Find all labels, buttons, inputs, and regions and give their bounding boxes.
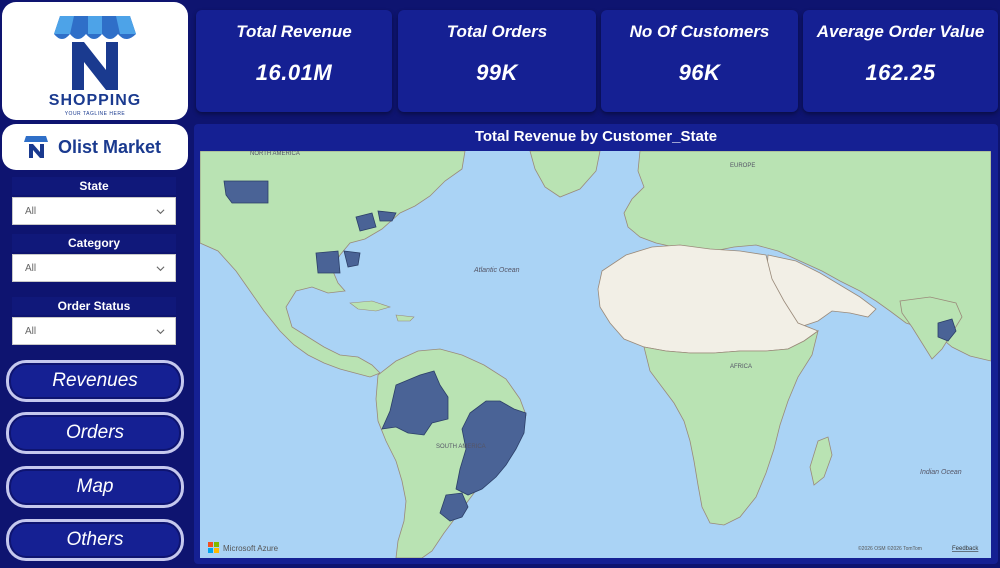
revenue-map[interactable]: NORTH AMERICA EUROPE Atlantic Ocean AFRI… — [200, 151, 991, 558]
brand-card: Olist Market — [2, 124, 188, 170]
map-label-europe: EUROPE — [730, 163, 755, 169]
map-label-south-america: SOUTH AMERICA — [436, 444, 486, 450]
logo-name: SHOPPING — [48, 92, 142, 109]
map-canvas[interactable]: NORTH AMERICA EUROPE Atlantic Ocean AFRI… — [200, 151, 991, 558]
state-dropdown[interactable]: All — [12, 197, 176, 225]
others-button[interactable]: Others — [6, 519, 184, 561]
state-dropdown-value: All — [25, 206, 37, 217]
chevron-down-icon — [156, 266, 165, 272]
map-feedback-link[interactable]: Feedback — [952, 546, 979, 552]
kpi-label: Average Order Value — [816, 22, 985, 41]
map-attribution: Microsoft Azure — [223, 544, 279, 553]
filter-label-order-status: Order Status — [12, 297, 176, 315]
order-status-dropdown[interactable]: All — [12, 317, 176, 345]
kpi-label: No Of Customers — [629, 22, 770, 41]
map-panel: Total Revenue by Customer_State NORTH AM… — [194, 124, 998, 564]
map-title: Total Revenue by Customer_State — [474, 128, 718, 145]
brand-logo-icon — [24, 136, 48, 158]
filter-label-category: Category — [12, 234, 176, 252]
order-status-dropdown-value: All — [25, 326, 37, 337]
map-label-indian: Indian Ocean — [920, 469, 962, 476]
kpi-value: 16.01M — [255, 60, 333, 85]
logo-tagline: YOUR TAGLINE HERE — [64, 111, 126, 117]
kpi-value: 162.25 — [865, 60, 936, 85]
map-button[interactable]: Map — [6, 466, 184, 508]
kpi-value: 96K — [678, 60, 721, 85]
kpi-card-total-orders: Total Orders 99K — [398, 10, 596, 112]
shopping-logo-icon — [54, 16, 136, 90]
filter-label-state: State — [12, 177, 176, 195]
kpi-card-average-order-value: Average Order Value 162.25 — [803, 10, 998, 112]
kpi-card-no-of-customers: No Of Customers 96K — [601, 10, 798, 112]
highlight-region-nw-usa[interactable] — [223, 180, 269, 204]
kpi-card-total-revenue: Total Revenue 16.01M — [196, 10, 392, 112]
map-label-north-america: NORTH AMERICA — [250, 151, 300, 157]
kpi-value: 99K — [476, 60, 518, 85]
brand-title: Olist Market — [58, 136, 162, 157]
map-copyright: ©2026 OSM ©2026 TomTom — [858, 545, 922, 552]
revenues-button[interactable]: Revenues — [6, 360, 184, 402]
chevron-down-icon — [156, 209, 165, 215]
logo-card: SHOPPING YOUR TAGLINE HERE — [2, 2, 188, 120]
orders-button[interactable]: Orders — [6, 412, 184, 454]
map-label-atlantic: Atlantic Ocean — [473, 267, 520, 274]
map-label-africa: AFRICA — [730, 364, 752, 370]
chevron-down-icon — [156, 329, 165, 335]
category-dropdown[interactable]: All — [12, 254, 176, 282]
category-dropdown-value: All — [25, 263, 37, 274]
kpi-label: Total Orders — [446, 22, 548, 41]
kpi-label: Total Revenue — [236, 22, 352, 41]
